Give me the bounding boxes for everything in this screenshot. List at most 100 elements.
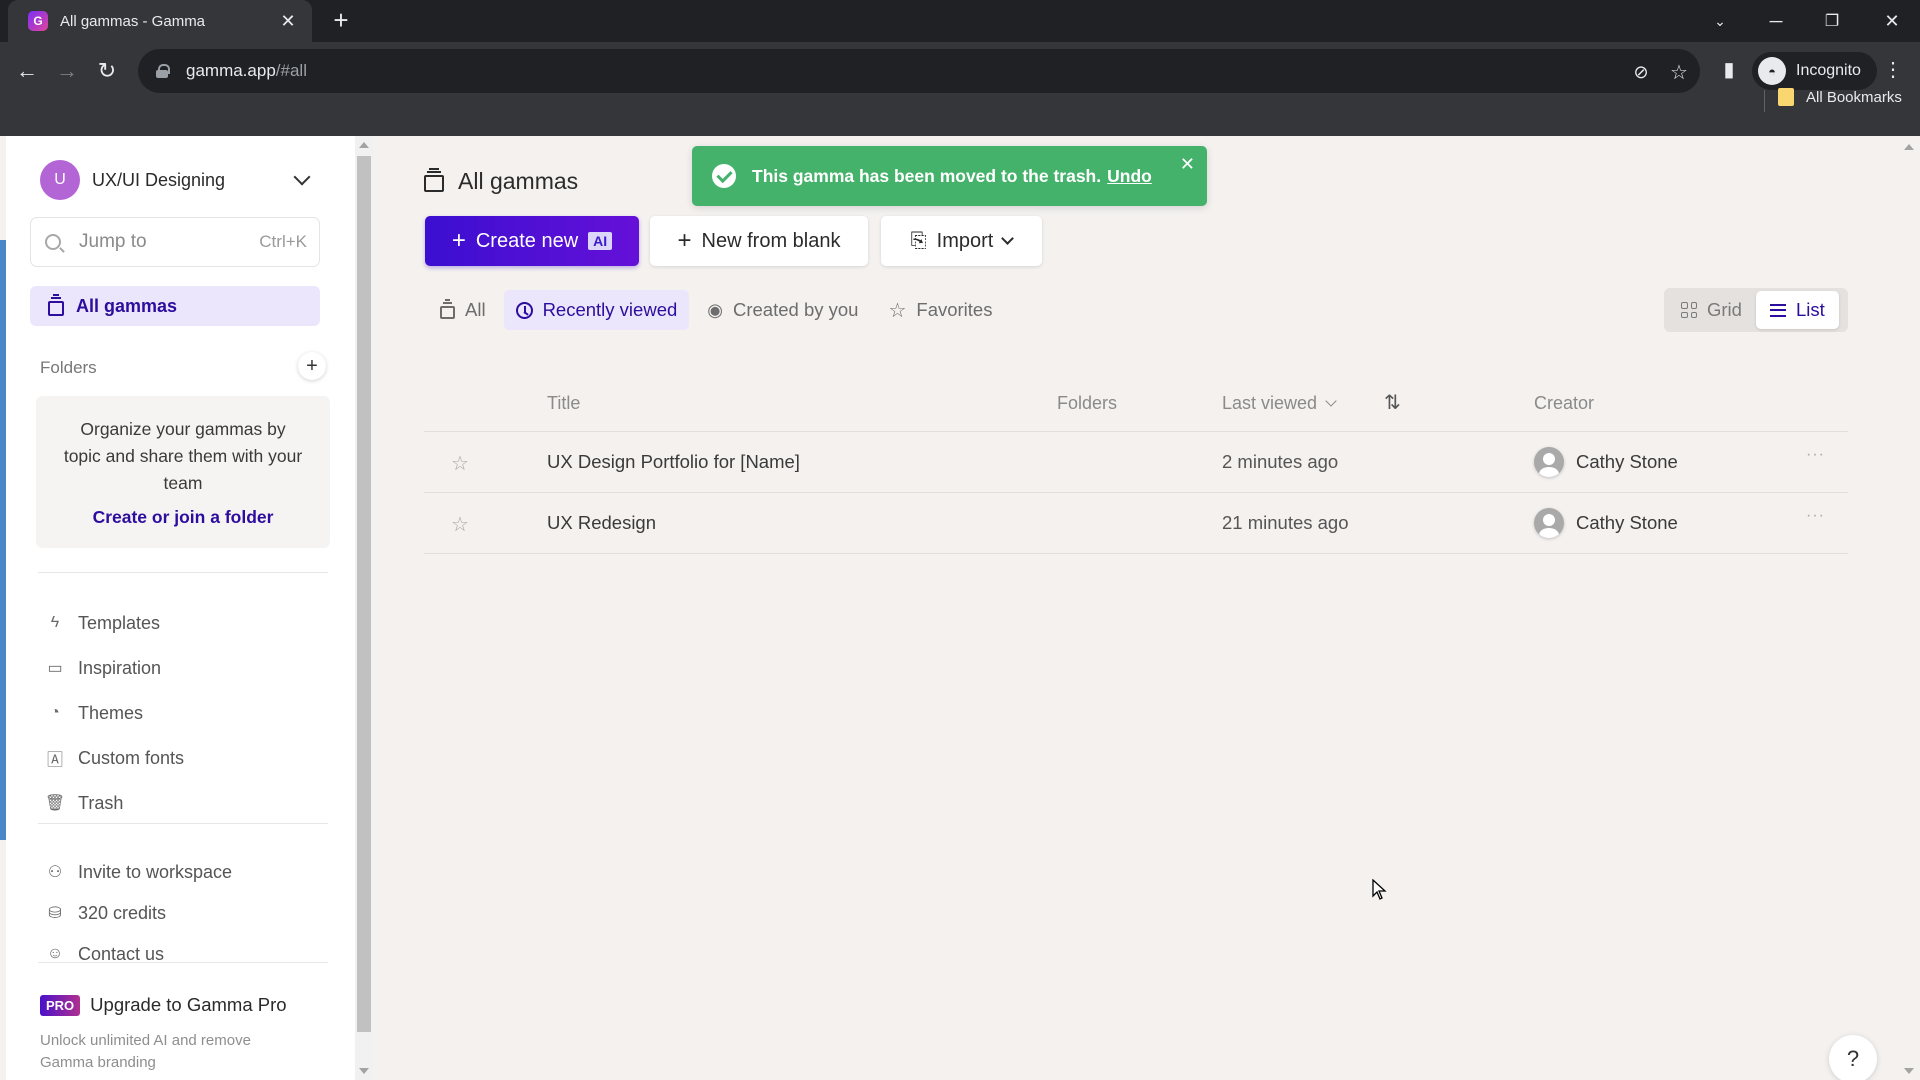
add-folder-button[interactable]: +: [298, 352, 326, 380]
sidebar-item-trash[interactable]: 🗑 Trash: [44, 788, 124, 818]
sidebar-item-themes[interactable]: ◔ Themes: [46, 698, 143, 728]
chevron-down-icon: [1001, 232, 1015, 245]
new-from-blank-button[interactable]: + New from blank: [650, 216, 868, 266]
folders-empty-state: Organize your gammas by topic and share …: [36, 396, 330, 548]
column-last-viewed[interactable]: Last viewed: [1222, 393, 1337, 414]
sidebar-item-credits[interactable]: ⛁ 320 credits: [46, 898, 166, 928]
url-host: gamma.app: [186, 61, 276, 80]
star-icon: ☆: [888, 299, 907, 322]
main-scroll-up-icon[interactable]: [1904, 144, 1914, 150]
chat-icon: ☺: [46, 945, 64, 962]
lock-icon: [156, 64, 170, 78]
tab-search-icon[interactable]: ⌄: [1692, 0, 1748, 42]
table-row[interactable]: ☆ UX Redesign 21 minutes ago Cathy Stone…: [424, 493, 1848, 554]
browser-tab[interactable]: G All gammas - Gamma ✕: [8, 0, 312, 42]
favorite-star-icon[interactable]: ☆: [451, 451, 469, 476]
more-options-icon[interactable]: ···: [1806, 507, 1825, 525]
clock-icon: [515, 301, 533, 319]
sidebar-item-custom-fonts[interactable]: 🄰 Custom fonts: [46, 743, 184, 773]
scroll-down-icon[interactable]: [359, 1068, 369, 1074]
trash-icon: 🗑: [44, 795, 66, 812]
folders-header: Folders: [40, 358, 97, 377]
forward-icon[interactable]: →: [50, 54, 84, 88]
grid-icon: [1681, 302, 1697, 318]
new-from-blank-label: New from blank: [701, 229, 841, 252]
row-title[interactable]: UX Design Portfolio for [Name]: [547, 451, 800, 473]
main-scroll-down-icon[interactable]: [1904, 1068, 1914, 1074]
new-tab-button[interactable]: +: [326, 6, 356, 36]
tab-created-by-you[interactable]: ◉ Created by you: [695, 290, 870, 330]
sidebar-item-label: Invite to workspace: [78, 861, 233, 882]
workspace-switcher[interactable]: U UX/UI Designing: [40, 160, 320, 200]
pro-badge: PRO: [40, 994, 81, 1016]
view-toggle: Grid List: [1664, 288, 1848, 332]
browser-tabstrip: G All gammas - Gamma ✕ + ⌄ ─ ❐ ✕: [0, 0, 1920, 42]
workspace-avatar: U: [40, 160, 80, 200]
url-path: /#all: [275, 61, 307, 80]
list-view-button[interactable]: List: [1755, 291, 1839, 329]
scroll-up-icon[interactable]: [359, 142, 369, 148]
chevron-down-icon: [1325, 395, 1337, 407]
import-button[interactable]: ⎘ Import: [881, 216, 1042, 266]
tab-recently-viewed[interactable]: Recently viewed: [503, 290, 690, 330]
side-panel-icon[interactable]: ▮: [1716, 56, 1742, 82]
favorite-star-icon[interactable]: ☆: [451, 512, 469, 537]
tab-close-icon[interactable]: ✕: [278, 11, 298, 32]
sidebar-item-templates[interactable]: ϟ Templates: [46, 608, 160, 638]
user-circle-icon: ◉: [707, 299, 723, 320]
eye-off-icon[interactable]: ⊘: [1628, 59, 1654, 85]
scrollbar-thumb[interactable]: [357, 156, 371, 1032]
bookmark-folder-icon: [1778, 88, 1794, 106]
all-bookmarks[interactable]: All Bookmarks: [1778, 88, 1902, 106]
toast-close-icon[interactable]: ✕: [1180, 154, 1195, 175]
address-bar[interactable]: gamma.app/#all ⊘ ☆: [138, 49, 1700, 93]
jump-to-search[interactable]: Jump to Ctrl+K: [30, 217, 320, 267]
incognito-label: Incognito: [1796, 62, 1861, 79]
grid-label: Grid: [1707, 299, 1742, 320]
window-close-icon[interactable]: ✕: [1864, 0, 1920, 42]
table-row[interactable]: ☆ UX Design Portfolio for [Name] 2 minut…: [424, 432, 1848, 493]
tab-label: All: [465, 299, 486, 320]
undo-link[interactable]: Undo: [1107, 166, 1152, 187]
folders-description: Organize your gammas by topic and share …: [63, 419, 303, 493]
help-button[interactable]: ?: [1829, 1035, 1877, 1080]
upgrade-pro-link[interactable]: PRO Upgrade to Gamma Pro: [40, 994, 287, 1016]
restore-icon[interactable]: ❐: [1804, 0, 1860, 42]
stack-icon: [424, 168, 444, 192]
tab-label: Created by you: [732, 299, 859, 320]
filter-tabs: All Recently viewed ◉ Created by you ☆ F…: [428, 290, 1010, 330]
sort-direction-icon[interactable]: ⇅: [1384, 390, 1401, 415]
tab-label: Favorites: [916, 299, 993, 320]
column-title: Title: [547, 393, 581, 413]
ai-badge: AI: [588, 232, 613, 250]
tab-favorites[interactable]: ☆ Favorites: [876, 290, 1004, 330]
book-icon: ▭: [47, 660, 63, 677]
import-label: Import: [936, 229, 994, 252]
avatar: [1534, 447, 1564, 477]
font-icon: 🄰: [46, 752, 63, 769]
more-options-icon[interactable]: ···: [1806, 446, 1825, 464]
sidebar-divider: [38, 823, 328, 824]
minimize-icon[interactable]: ─: [1748, 0, 1804, 42]
back-icon[interactable]: ←: [10, 54, 44, 88]
sidebar-item-contact[interactable]: ☺ Contact us: [46, 939, 164, 969]
reload-icon[interactable]: ↻: [90, 54, 124, 88]
sidebar-item-label: Trash: [78, 792, 124, 813]
create-folder-link[interactable]: Create or join a folder: [36, 507, 330, 528]
chevron-down-icon: [293, 168, 311, 186]
sidebar-item-invite[interactable]: ⚇ Invite to workspace: [46, 857, 232, 887]
bookmark-star-icon[interactable]: ☆: [1666, 59, 1692, 85]
gamma-app: U UX/UI Designing Jump to Ctrl+K All gam…: [0, 136, 1920, 1080]
browser-menu-icon[interactable]: ⋮: [1880, 56, 1906, 82]
grid-view-button[interactable]: Grid: [1667, 291, 1756, 329]
sidebar-item-label: Themes: [78, 702, 144, 723]
incognito-profile[interactable]: ◓ Incognito: [1752, 52, 1877, 90]
create-new-button[interactable]: + Create new AI: [425, 216, 639, 266]
tab-all[interactable]: All: [428, 290, 498, 330]
page-title-text: All gammas: [458, 168, 579, 194]
sidebar-item-inspiration[interactable]: ▭ Inspiration: [46, 653, 161, 683]
sidebar-item-all-gammas[interactable]: All gammas: [30, 286, 320, 326]
sidebar-scrollbar[interactable]: [355, 136, 373, 1080]
creator-name: Cathy Stone: [1576, 451, 1678, 472]
row-title[interactable]: UX Redesign: [547, 512, 656, 534]
